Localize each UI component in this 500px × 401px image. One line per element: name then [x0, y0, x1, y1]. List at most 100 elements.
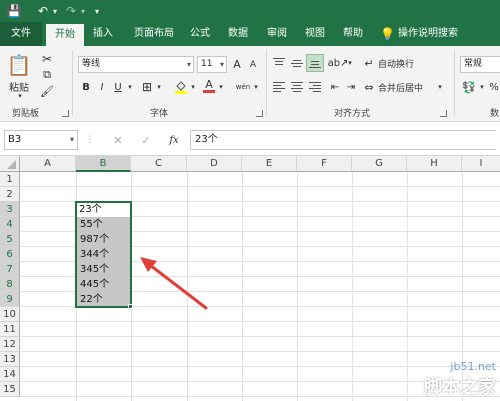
tab-insert[interactable]: 插入 [88, 22, 118, 46]
column-header-b[interactable]: B [76, 156, 131, 172]
tab-help[interactable]: 帮助 [338, 22, 368, 46]
chevron-down-icon[interactable]: ▾ [346, 56, 354, 70]
watermark-site: jb51.net [450, 360, 496, 373]
tab-formulas[interactable]: 公式 [186, 22, 214, 46]
increase-indent-icon[interactable]: ⇥ [344, 80, 358, 94]
copy-icon[interactable]: ⧉ [40, 68, 54, 82]
chevron-down-icon[interactable]: ▾ [252, 80, 260, 94]
row-header[interactable]: 4 [0, 217, 20, 232]
group-divider [72, 50, 73, 116]
gridline [20, 336, 500, 337]
row-header[interactable]: 6 [0, 247, 20, 262]
bold-button[interactable]: B [80, 80, 92, 94]
tell-me-search[interactable]: 操作说明搜索 [398, 22, 478, 46]
formula-bar: B3 ▾ ⋮ ✕ ✓ fx 23个 [0, 122, 500, 156]
decrease-indent-icon[interactable]: ⇤ [328, 80, 342, 94]
percent-icon[interactable]: % [488, 80, 500, 94]
gridline [20, 351, 500, 352]
chevron-down-icon[interactable]: ▾ [126, 80, 134, 94]
tab-file[interactable]: 文件 [0, 22, 42, 46]
chevron-down-icon[interactable]: ▾ [436, 80, 444, 94]
name-box[interactable]: B3 ▾ [4, 130, 78, 150]
tab-review[interactable]: 审阅 [262, 22, 292, 46]
formula-input[interactable]: 23个 [190, 130, 496, 150]
wrap-text-icon[interactable]: ↵ [362, 56, 376, 70]
align-bottom-icon[interactable] [306, 54, 324, 72]
tab-data[interactable]: 数据 [224, 22, 252, 46]
alignment-launcher-icon[interactable] [440, 110, 447, 117]
tab-home[interactable]: 开始 [46, 24, 84, 46]
underline-button[interactable]: U [112, 80, 124, 94]
column-header-f[interactable]: F [297, 156, 352, 172]
number-format-dropdown[interactable]: 常规 [460, 56, 500, 73]
select-all-corner[interactable] [0, 156, 20, 172]
fill-color-icon[interactable] [174, 80, 188, 94]
watermark-name: 脚本之家 [424, 377, 496, 398]
column-header-e[interactable]: E [242, 156, 297, 172]
align-left-icon[interactable] [272, 80, 286, 94]
column-header-c[interactable]: C [131, 156, 187, 172]
shrink-font-icon[interactable]: A [247, 58, 259, 72]
save-icon[interactable]: 💾 [6, 3, 22, 19]
chevron-down-icon: ▾ [186, 60, 191, 69]
column-header-h[interactable]: H [407, 156, 462, 172]
row-header[interactable]: 12 [0, 337, 20, 352]
paste-icon[interactable]: 📋 [6, 52, 32, 78]
grow-font-icon[interactable]: A [230, 56, 244, 72]
row-header[interactable]: 5 [0, 232, 20, 247]
chevron-down-icon[interactable]: ▾ [217, 80, 225, 94]
chevron-down-icon[interactable]: ▾ [155, 80, 163, 94]
align-right-icon[interactable] [308, 80, 322, 94]
wrap-text-button[interactable]: 自动换行 [378, 56, 424, 70]
font-size-dropdown[interactable]: 11 ▾ [197, 56, 227, 73]
column-header-d[interactable]: D [187, 156, 242, 172]
row-header[interactable]: 8 [0, 277, 20, 292]
row-header[interactable]: 1 [0, 172, 20, 187]
row-header[interactable]: 7 [0, 262, 20, 277]
undo-dropdown-icon[interactable]: ▾ [51, 3, 59, 19]
row-header[interactable]: 9 [0, 292, 20, 307]
row-header[interactable]: 10 [0, 307, 20, 322]
borders-icon[interactable]: ⊞ [140, 80, 154, 94]
enter-icon[interactable]: ✓ [138, 132, 154, 148]
row-header[interactable]: 11 [0, 322, 20, 337]
format-painter-icon[interactable]: 🖌 [40, 84, 54, 98]
align-center-icon[interactable] [290, 80, 304, 94]
align-top-icon[interactable] [272, 56, 286, 70]
insert-function-icon[interactable]: fx [166, 132, 182, 148]
font-color-icon[interactable]: A [202, 78, 216, 94]
number-group-label: 数 [490, 109, 500, 119]
undo-icon[interactable]: ↶ [36, 3, 50, 19]
currency-icon[interactable]: 💱 [462, 80, 476, 94]
tab-page-layout[interactable]: 页面布局 [126, 22, 182, 46]
cut-icon[interactable]: ✂ [40, 52, 54, 66]
merge-center-button[interactable]: 合并后居中 [378, 80, 436, 94]
tab-view[interactable]: 视图 [300, 22, 330, 46]
cancel-icon[interactable]: ✕ [110, 132, 126, 148]
align-middle-icon[interactable] [290, 56, 304, 70]
chevron-down-icon[interactable]: ▾ [189, 80, 197, 94]
customize-qat-icon[interactable]: ▾ [92, 3, 102, 19]
row-header[interactable]: 15 [0, 382, 20, 397]
column-header-a[interactable]: A [20, 156, 76, 172]
redo-dropdown-icon[interactable]: ▾ [79, 3, 87, 19]
column-header-i[interactable]: I [462, 156, 500, 172]
row-header[interactable]: 2 [0, 187, 20, 202]
chevron-down-icon[interactable]: ▾ [478, 80, 486, 94]
phonetic-guide-icon[interactable]: wén [234, 80, 252, 94]
orientation-icon[interactable]: ab↗ [328, 56, 349, 70]
row-header[interactable]: 14 [0, 367, 20, 382]
paste-button-label[interactable]: 粘贴 [6, 80, 32, 94]
select-all-icon [7, 160, 16, 169]
font-name-dropdown[interactable]: 等线 ▾ [78, 56, 194, 73]
redo-icon[interactable]: ↷ [64, 3, 78, 19]
column-header-g[interactable]: G [352, 156, 407, 172]
merge-center-icon[interactable]: ⇔ [362, 80, 376, 94]
row-header[interactable]: 3 [0, 202, 20, 217]
italic-button[interactable]: I [96, 80, 108, 94]
paste-dropdown-icon[interactable]: ▾ [16, 92, 24, 100]
group-divider [454, 50, 455, 116]
row-header[interactable]: 13 [0, 352, 20, 367]
clipboard-launcher-icon[interactable] [62, 110, 69, 117]
font-launcher-icon[interactable] [256, 110, 263, 117]
